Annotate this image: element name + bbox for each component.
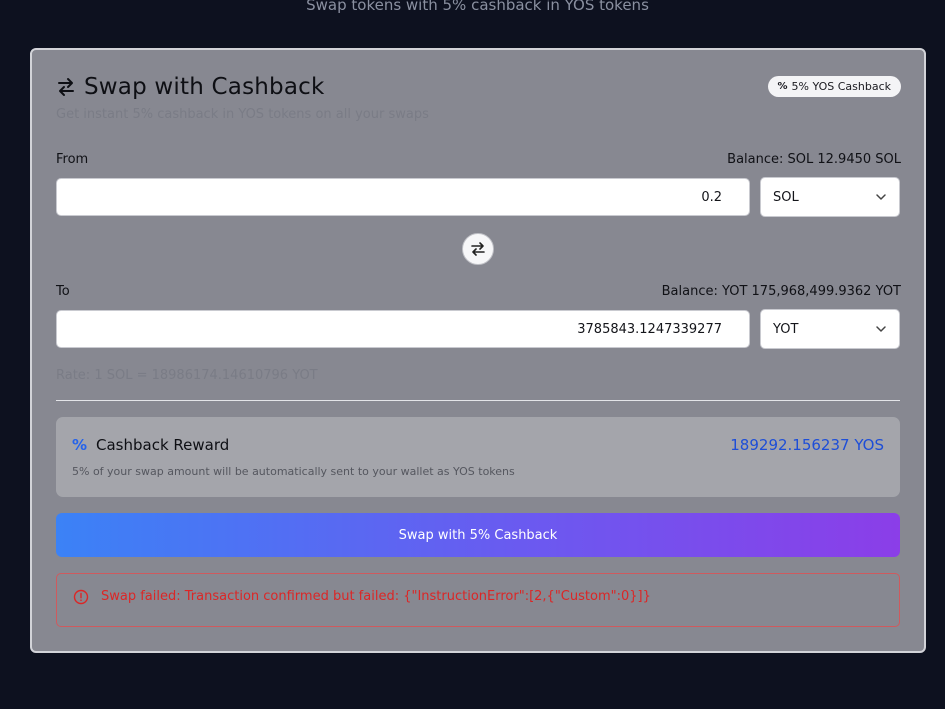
cashback-reward-panel: % Cashback Reward 189292.156237 YOS 5% o…: [56, 417, 900, 497]
swap-direction-button[interactable]: [462, 233, 494, 265]
error-message: Swap failed: Transaction confirmed but f…: [101, 589, 651, 604]
chevron-down-icon: [876, 194, 886, 200]
card-subtitle: Get instant 5% cashback in YOS tokens on…: [56, 107, 429, 122]
card-title: Swap with Cashback: [84, 74, 325, 100]
to-label: To: [56, 284, 70, 299]
arrows-swap-icon: [58, 78, 74, 96]
reward-title: Cashback Reward: [96, 436, 230, 454]
from-token-select[interactable]: SOL: [760, 177, 900, 217]
percent-icon: %: [777, 81, 788, 92]
divider: [56, 400, 900, 401]
to-balance: Balance: YOT 175,968,499.9362 YOT: [661, 284, 901, 299]
from-token-value: SOL: [773, 189, 799, 205]
swap-card: Swap with Cashback Get instant 5% cashba…: [30, 48, 926, 653]
swap-button[interactable]: Swap with 5% Cashback: [56, 513, 900, 557]
page-subtitle: Swap tokens with 5% cashback in YOS toke…: [306, 0, 649, 14]
error-alert: Swap failed: Transaction confirmed but f…: [56, 573, 900, 627]
to-token-value: YOT: [773, 321, 799, 337]
cashback-badge: % 5% YOS Cashback: [767, 76, 901, 97]
cashback-badge-label: 5% YOS Cashback: [791, 80, 891, 93]
from-label: From: [56, 152, 89, 167]
from-amount-input[interactable]: 0.2: [56, 178, 750, 216]
alert-circle-icon: [73, 589, 89, 605]
arrows-swap-icon: [471, 242, 485, 256]
percent-icon: %: [72, 436, 88, 454]
reward-description: 5% of your swap amount will be automatic…: [72, 465, 515, 478]
to-token-select[interactable]: YOT: [760, 309, 900, 349]
card-title-row: Swap with Cashback: [56, 74, 325, 100]
from-balance: Balance: SOL 12.9450 SOL: [727, 152, 901, 167]
to-amount-input[interactable]: 3785843.1247339277: [56, 310, 750, 348]
chevron-down-icon: [876, 326, 886, 332]
reward-amount: 189292.156237 YOS: [730, 436, 884, 454]
exchange-rate: Rate: 1 SOL = 18986174.14610796 YOT: [56, 368, 318, 383]
